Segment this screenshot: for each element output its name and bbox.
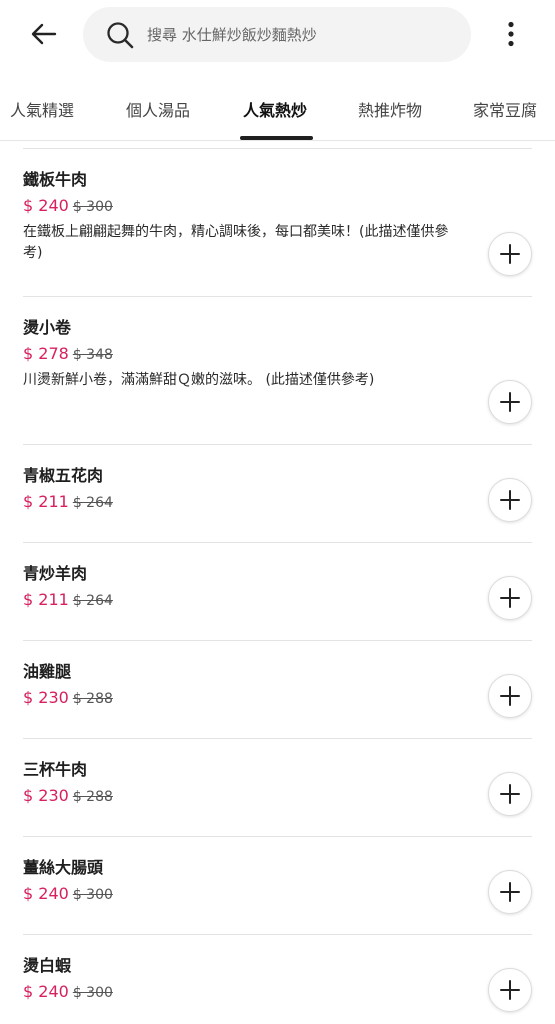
more-vertical-icon <box>508 21 514 47</box>
price-row: $ 211 $ 264 <box>23 589 532 612</box>
menu-item[interactable]: 燙白蝦 $ 240 $ 300 <box>23 935 532 1024</box>
menu-item[interactable]: 薑絲大腸頭 $ 240 $ 300 <box>23 837 532 935</box>
active-tab-indicator <box>240 136 313 140</box>
item-name: 三杯牛肉 <box>23 760 88 779</box>
tab-popular-picks[interactable]: 人氣精選 <box>10 97 74 121</box>
item-description: 川燙新鮮小卷，滿滿鮮甜Ｑ嫩的滋味。 (此描述僅供參考) <box>23 372 375 388</box>
price-row: $ 240 $ 300 <box>23 981 532 1004</box>
search-input[interactable] <box>147 25 447 44</box>
item-name: 青椒五花肉 <box>23 466 104 485</box>
add-item-button[interactable] <box>488 870 532 914</box>
menu-item[interactable]: 燙小卷 $ 278 $ 348 川燙新鮮小卷，滿滿鮮甜Ｑ嫩的滋味。 (此描述僅供參… <box>23 297 532 445</box>
plus-icon <box>500 686 520 706</box>
item-price: $ 240 <box>23 884 69 903</box>
add-item-button[interactable] <box>488 478 532 522</box>
price-row: $ 211 $ 264 <box>23 491 532 514</box>
add-item-button[interactable] <box>488 576 532 620</box>
category-tabs: 人氣精選 個人湯品 人氣熱炒 熱推炸物 家常豆腐 <box>0 85 555 141</box>
tab-fried-food[interactable]: 熱推炸物 <box>358 97 422 121</box>
back-arrow-icon <box>31 23 57 45</box>
item-original-price: $ 300 <box>72 985 113 1001</box>
plus-icon <box>500 588 520 608</box>
menu-list: 鐵板牛肉 $ 240 $ 300 在鐵板上翩翩起舞的牛肉，精心調味後，每口都美味！… <box>23 148 532 1024</box>
item-price: $ 211 <box>23 492 69 511</box>
price-row: $ 240 $ 300 <box>23 883 532 906</box>
item-description: 在鐵板上翩翩起舞的牛肉，精心調味後，每口都美味！(此描述僅供參考) <box>23 224 449 261</box>
item-original-price: $ 300 <box>72 887 113 903</box>
price-row: $ 230 $ 288 <box>23 687 532 710</box>
item-name: 燙小卷 <box>23 318 72 337</box>
item-price: $ 240 <box>23 196 69 215</box>
tab-home-tofu[interactable]: 家常豆腐 <box>473 97 537 121</box>
item-name: 油雞腿 <box>23 662 72 681</box>
top-bar <box>0 0 555 68</box>
menu-item[interactable]: 青炒羊肉 $ 211 $ 264 <box>23 543 532 641</box>
item-name: 燙白蝦 <box>23 956 72 975</box>
item-price: $ 240 <box>23 982 69 1001</box>
plus-icon <box>500 392 520 412</box>
plus-icon <box>500 980 520 1000</box>
item-original-price: $ 288 <box>72 691 113 707</box>
item-price: $ 230 <box>23 688 69 707</box>
plus-icon <box>500 882 520 902</box>
add-item-button[interactable] <box>488 232 532 276</box>
add-item-button[interactable] <box>488 380 532 424</box>
item-name: 鐵板牛肉 <box>23 170 88 189</box>
item-original-price: $ 264 <box>72 593 113 609</box>
search-bar[interactable] <box>83 7 471 62</box>
back-button[interactable] <box>24 16 64 52</box>
add-item-button[interactable] <box>488 968 532 1012</box>
plus-icon <box>500 244 520 264</box>
price-row: $ 240 $ 300 <box>23 195 532 218</box>
search-icon <box>105 20 135 50</box>
item-price: $ 278 <box>23 344 69 363</box>
item-name: 青炒羊肉 <box>23 564 88 583</box>
price-row: $ 278 $ 348 <box>23 343 532 366</box>
item-price: $ 230 <box>23 786 69 805</box>
plus-icon <box>500 490 520 510</box>
item-original-price: $ 348 <box>72 347 113 363</box>
item-original-price: $ 264 <box>72 495 113 511</box>
menu-item[interactable]: 油雞腿 $ 230 $ 288 <box>23 641 532 739</box>
menu-item[interactable]: 青椒五花肉 $ 211 $ 264 <box>23 445 532 543</box>
tab-popular-stir-fry[interactable]: 人氣熱炒 <box>243 97 307 121</box>
more-options-button[interactable] <box>498 16 524 52</box>
menu-item[interactable]: 鐵板牛肉 $ 240 $ 300 在鐵板上翩翩起舞的牛肉，精心調味後，每口都美味！… <box>23 149 532 297</box>
item-original-price: $ 300 <box>72 199 113 215</box>
plus-icon <box>500 784 520 804</box>
menu-item[interactable]: 三杯牛肉 $ 230 $ 288 <box>23 739 532 837</box>
add-item-button[interactable] <box>488 772 532 816</box>
add-item-button[interactable] <box>488 674 532 718</box>
item-original-price: $ 288 <box>72 789 113 805</box>
item-name: 薑絲大腸頭 <box>23 858 104 877</box>
item-price: $ 211 <box>23 590 69 609</box>
tab-individual-soups[interactable]: 個人湯品 <box>126 97 190 121</box>
price-row: $ 230 $ 288 <box>23 785 532 808</box>
